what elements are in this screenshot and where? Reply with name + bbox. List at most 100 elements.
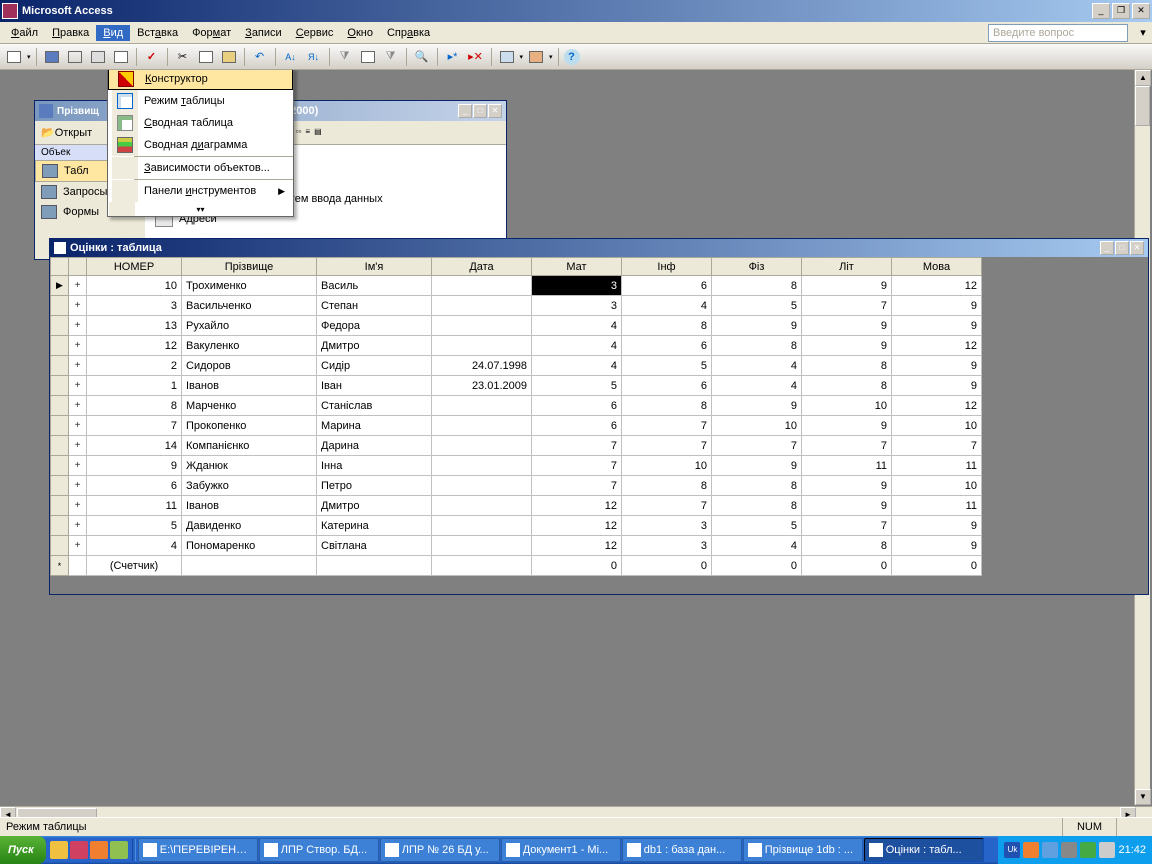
cell[interactable]: 7 <box>532 456 622 476</box>
row-selector[interactable] <box>51 416 69 436</box>
cell[interactable]: 9 <box>87 456 182 476</box>
expand-row[interactable]: + <box>69 476 87 496</box>
spell-button[interactable]: ✓ <box>142 47 162 67</box>
cell[interactable]: Іванов <box>182 376 317 396</box>
dbwin-list[interactable]: ≡ <box>305 127 310 139</box>
cell[interactable]: 7 <box>712 436 802 456</box>
tablewin-max[interactable]: □ <box>1115 241 1129 255</box>
dbwin-max[interactable]: □ <box>473 104 487 118</box>
tray-clock[interactable]: 21:42 <box>1118 844 1146 856</box>
taskbar-item[interactable]: Оцінки : табл... <box>864 838 984 862</box>
cell[interactable]: 6 <box>622 336 712 356</box>
menu-Справка[interactable]: Справка <box>380 25 437 41</box>
filter-toggle-button[interactable]: ⧩ <box>381 47 401 67</box>
cell[interactable]: Іван <box>317 376 432 396</box>
copy-button[interactable] <box>196 47 216 67</box>
expand-row[interactable]: + <box>69 376 87 396</box>
cell[interactable]: 10 <box>622 456 712 476</box>
cell[interactable]: 8 <box>712 276 802 296</box>
table-grid[interactable]: НОМЕРПрізвищеІм'яДатаМатІнфФізЛітМова▶+1… <box>50 257 1148 594</box>
cell[interactable]: 11 <box>87 496 182 516</box>
expand-row[interactable]: + <box>69 396 87 416</box>
tablewin-close[interactable]: ✕ <box>1130 241 1144 255</box>
menu-Сервис[interactable]: Сервис <box>289 25 341 41</box>
dbwin-min[interactable]: _ <box>458 104 472 118</box>
cell[interactable] <box>432 416 532 436</box>
minimize-button[interactable]: _ <box>1092 3 1110 19</box>
cell[interactable]: 10 <box>892 476 982 496</box>
menu-expand[interactable]: ▾▾ <box>108 202 293 216</box>
row-selector[interactable] <box>51 316 69 336</box>
ql-icon[interactable] <box>50 841 68 859</box>
cell[interactable]: 11 <box>802 456 892 476</box>
find-button[interactable]: 🔍 <box>412 47 432 67</box>
expand-row[interactable]: + <box>69 516 87 536</box>
sort-desc-button[interactable]: Я↓ <box>304 47 324 67</box>
row-selector[interactable] <box>51 536 69 556</box>
cell[interactable]: 8 <box>712 336 802 356</box>
cell[interactable]: 12 <box>532 516 622 536</box>
cell[interactable]: 3 <box>622 536 712 556</box>
cell[interactable]: 14 <box>87 436 182 456</box>
cell[interactable]: Дмитро <box>317 336 432 356</box>
dbwin-smicons[interactable]: ▫▫ <box>296 127 302 139</box>
cell[interactable]: Федора <box>317 316 432 336</box>
cell[interactable]: 6 <box>622 276 712 296</box>
cell[interactable]: 9 <box>712 316 802 336</box>
cell[interactable]: 4 <box>532 336 622 356</box>
new-record-button[interactable]: ▸* <box>443 47 463 67</box>
col-header[interactable]: Ім'я <box>317 258 432 276</box>
cell[interactable]: Станіслав <box>317 396 432 416</box>
ql-icon[interactable] <box>90 841 108 859</box>
help-button[interactable]: ? <box>564 49 580 65</box>
cell[interactable] <box>432 516 532 536</box>
menu-Вид[interactable]: Вид <box>96 25 130 41</box>
cell[interactable]: 7 <box>622 496 712 516</box>
expand-row[interactable]: + <box>69 276 87 296</box>
cell[interactable]: 9 <box>892 296 982 316</box>
cell[interactable]: 0 <box>712 556 802 576</box>
cell[interactable]: 8 <box>712 496 802 516</box>
cell[interactable]: 7 <box>802 436 892 456</box>
tray-icon[interactable] <box>1080 842 1096 858</box>
expand-row[interactable]: + <box>69 536 87 556</box>
cell[interactable]: 8 <box>802 536 892 556</box>
tray-icon[interactable] <box>1042 842 1058 858</box>
dbwin-details[interactable]: ▤ <box>314 127 322 139</box>
cell[interactable]: Прокопенко <box>182 416 317 436</box>
cell[interactable]: 9 <box>892 376 982 396</box>
ql-icon[interactable] <box>110 841 128 859</box>
cell[interactable]: 11 <box>892 456 982 476</box>
cell[interactable]: 8 <box>622 396 712 416</box>
row-selector[interactable] <box>51 476 69 496</box>
menu-Записи[interactable]: Записи <box>238 25 289 41</box>
cell[interactable] <box>432 436 532 456</box>
cell[interactable]: 9 <box>802 476 892 496</box>
cell[interactable]: 9 <box>802 416 892 436</box>
taskbar-item[interactable]: db1 : база дан... <box>622 838 742 862</box>
row-selector[interactable] <box>51 296 69 316</box>
cell[interactable]: 0 <box>802 556 892 576</box>
cell[interactable]: 4 <box>712 376 802 396</box>
ql-icon[interactable] <box>70 841 88 859</box>
cell[interactable]: Васильченко <box>182 296 317 316</box>
cell[interactable]: 10 <box>712 416 802 436</box>
table-row[interactable]: +13РухайлоФедора48999 <box>51 316 982 336</box>
cell[interactable]: 5 <box>712 516 802 536</box>
cell[interactable]: 7 <box>87 416 182 436</box>
cell[interactable] <box>432 316 532 336</box>
cell[interactable]: 8 <box>622 316 712 336</box>
close-button[interactable]: ✕ <box>1132 3 1150 19</box>
cell[interactable]: 0 <box>532 556 622 576</box>
start-button[interactable]: Пуск <box>0 836 46 864</box>
cell[interactable] <box>432 556 532 576</box>
cut-button[interactable]: ✂ <box>173 47 193 67</box>
row-selector[interactable] <box>51 436 69 456</box>
cell[interactable]: 12 <box>892 336 982 356</box>
cell[interactable]: 12 <box>87 336 182 356</box>
window-button[interactable] <box>497 47 517 67</box>
table-row[interactable]: ▶+10ТрохименкоВасиль368912 <box>51 276 982 296</box>
col-header[interactable]: Мат <box>532 258 622 276</box>
cell[interactable]: 6 <box>532 396 622 416</box>
rel-button[interactable] <box>526 47 546 67</box>
